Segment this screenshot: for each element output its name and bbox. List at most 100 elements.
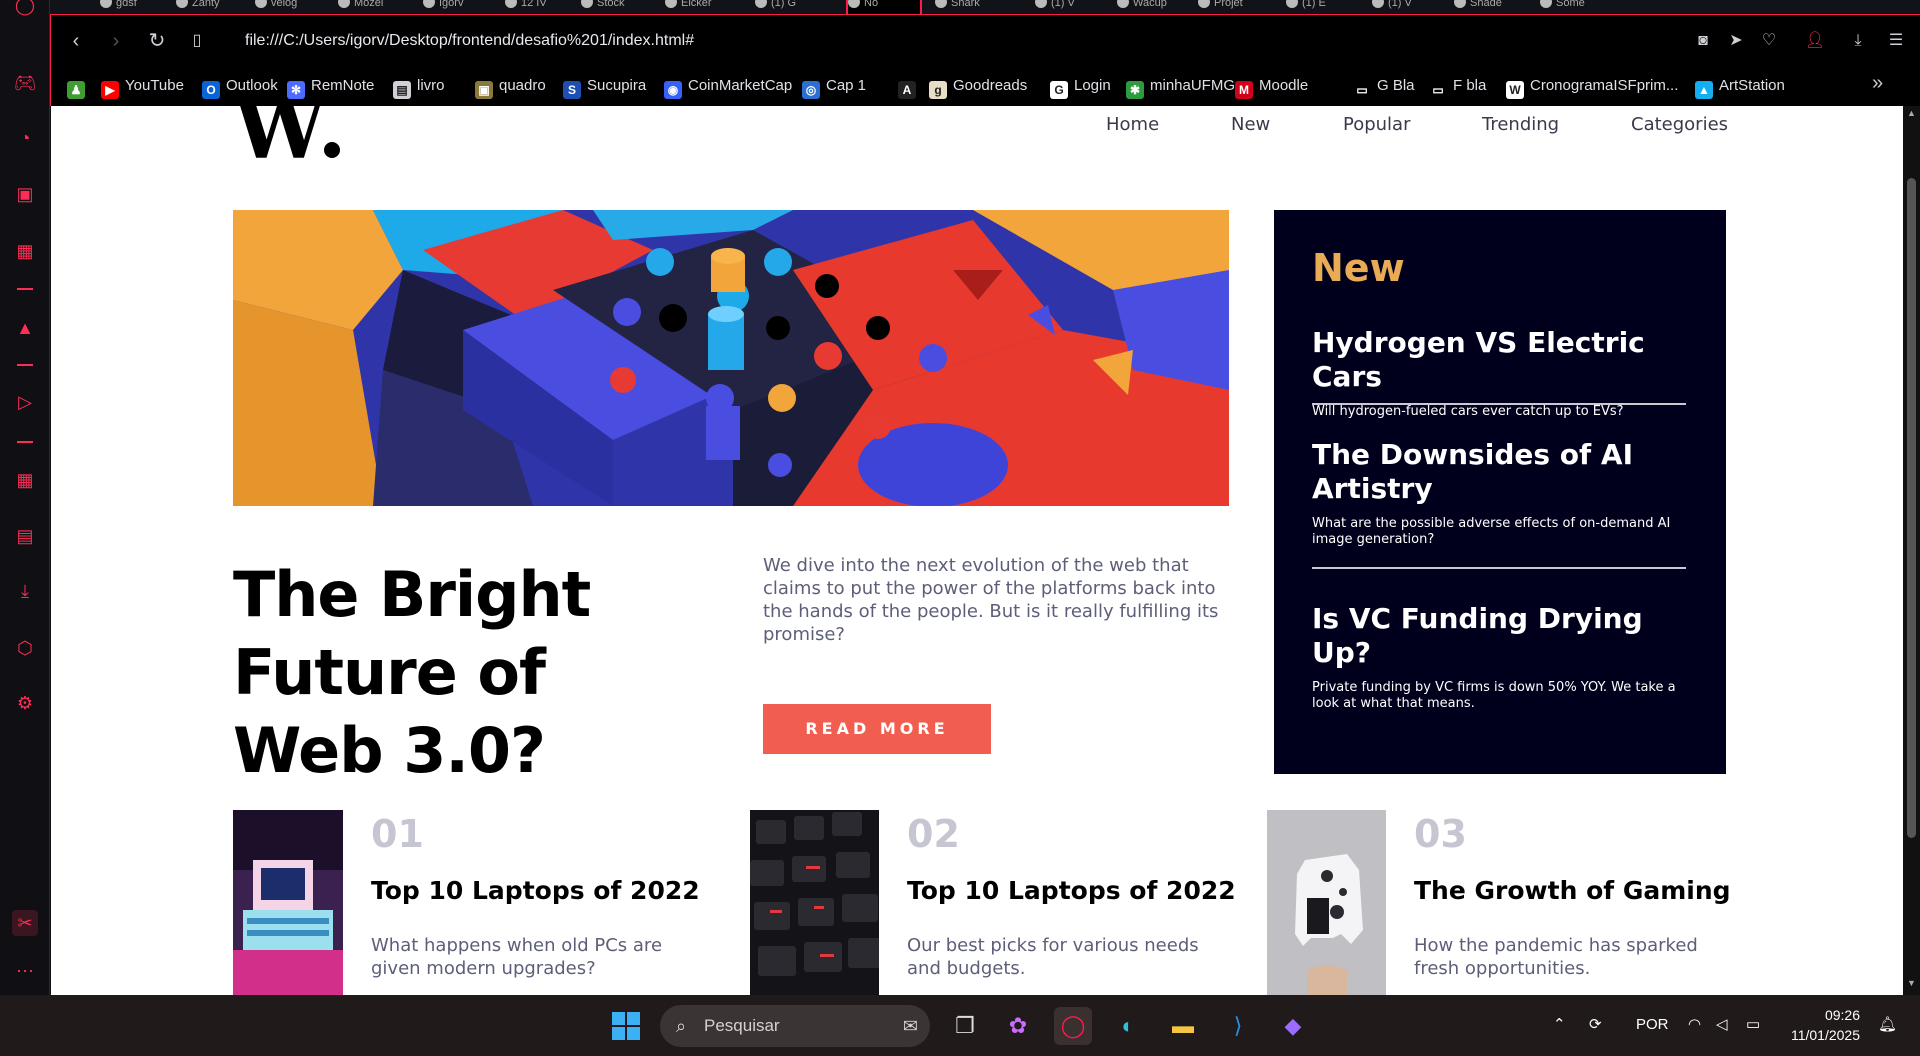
opera-logo-icon[interactable]: ◯ (12, 0, 38, 18)
news-item[interactable]: Hydrogen VS Electric Cars Will hydrogen-… (1312, 326, 1686, 420)
back-icon[interactable]: ‹ (63, 29, 89, 53)
cube-icon[interactable]: ⬡ (12, 635, 38, 661)
reload-icon[interactable]: ↻ (144, 29, 170, 53)
browser-tab[interactable]: (1) V (1372, 0, 1448, 14)
send-icon[interactable]: ➤ (1724, 29, 1748, 53)
workspaces-icon[interactable]: ▦ (12, 467, 38, 493)
nav-trending[interactable]: Trending (1482, 110, 1559, 140)
card-title[interactable]: Top 10 Laptops of 2022 (371, 876, 700, 905)
tools-icon[interactable]: ✂ (12, 910, 38, 936)
bookmark-item[interactable]: W CronogramaISFprim... (1506, 74, 1678, 99)
browser-tab[interactable]: gdsf (100, 0, 176, 14)
browser-tab[interactable]: Shade (1454, 0, 1530, 14)
news-icon[interactable]: ▤ (12, 523, 38, 549)
bookmark-item[interactable]: ◉ CoinMarketCap (664, 74, 792, 99)
card-image-retro-pc[interactable] (233, 810, 343, 995)
heart-icon[interactable]: ♡ (1757, 29, 1781, 53)
news-item[interactable]: Is VC Funding Drying Up? Private funding… (1312, 602, 1686, 712)
opera-taskbar-icon[interactable]: ◯ (1054, 1007, 1092, 1045)
page-scrollbar[interactable]: ▲ ▼ (1903, 106, 1920, 995)
windows-logo-icon (612, 1012, 640, 1040)
scroll-up-icon[interactable]: ▲ (1907, 108, 1916, 118)
taskbar-clock[interactable]: 09:26 11/01/2025 (1780, 1005, 1860, 1045)
player-icon[interactable]: ▷ (12, 389, 38, 415)
bookmark-item[interactable]: ▭ G Bla (1353, 74, 1415, 99)
bookmark-item[interactable]: A (898, 74, 922, 99)
url-field[interactable]: file:///C:/Users/igorv/Desktop/frontend/… (245, 29, 694, 53)
profile-icon[interactable]: 👤︎ (1803, 29, 1827, 53)
bookmark-item[interactable]: g Goodreads (929, 74, 1027, 99)
camera-icon[interactable]: ◙ (1691, 29, 1715, 53)
browser-tab[interactable]: (1) E (1286, 0, 1362, 14)
bookmarks-overflow-icon[interactable]: » (1872, 72, 1883, 95)
browser-tab[interactable]: Projet (1198, 0, 1274, 14)
tray-overflow-icon[interactable]: ⌃ (1553, 1011, 1566, 1039)
browser-tab[interactable]: Mozel (338, 0, 414, 14)
site-logo[interactable]: W (234, 106, 341, 171)
card-title[interactable]: The Growth of Gaming (1414, 876, 1731, 905)
edge-icon[interactable]: ◐ (1109, 1007, 1147, 1045)
bookmark-item[interactable]: ▣ quadro (475, 74, 546, 99)
browser-tab[interactable]: Zanty (176, 0, 252, 14)
more-icon[interactable]: ⋯ (12, 958, 38, 984)
gamepad-icon[interactable]: 🎮︎ (12, 70, 38, 96)
chip-icon[interactable]: ▦ (12, 238, 38, 264)
browser-tab[interactable]: No (846, 0, 922, 14)
aria-icon[interactable]: ▲ (12, 315, 38, 341)
bookmark-label: Outlook (226, 77, 278, 94)
browser-tab[interactable]: 12 IV (505, 0, 581, 14)
obsidian-icon[interactable]: ◆ (1274, 1007, 1312, 1045)
bookmark-item[interactable]: ✱ minhaUFMG (1126, 74, 1235, 99)
card-image-keyboard[interactable] (750, 810, 879, 995)
bookmark-item[interactable]: ✻ RemNote (287, 74, 374, 99)
file-explorer-icon[interactable]: ▬ (1164, 1007, 1202, 1045)
settings-icon[interactable]: ⚙ (12, 690, 38, 716)
bookmark-item[interactable]: O Outlook (202, 74, 278, 99)
vscode-icon[interactable]: ⟩ (1219, 1007, 1257, 1045)
download-icon[interactable]: ⤓ (12, 578, 38, 604)
news-item[interactable]: The Downsides of AI Artistry What are th… (1312, 438, 1686, 548)
nav-home[interactable]: Home (1106, 110, 1159, 140)
card-image-gamepad[interactable] (1267, 810, 1386, 995)
browser-tab[interactable]: Igorv (423, 0, 499, 14)
browser-tab[interactable]: Shark (935, 0, 1011, 14)
bookmark-item[interactable]: ▤ livro (393, 74, 445, 99)
copilot-icon[interactable]: ✿ (999, 1007, 1037, 1045)
notification-bell-icon[interactable]: 🔔︎ (1878, 1011, 1897, 1039)
taskbar-search[interactable]: ⌕ Pesquisar ✉ (660, 1005, 930, 1047)
read-more-button[interactable]: READ MORE (763, 704, 991, 754)
sync-icon[interactable]: ⟳ (1589, 1011, 1602, 1039)
easy-setup-icon[interactable]: ☰ (1884, 29, 1908, 53)
bookmark-item[interactable]: ◎ Cap 1 (802, 74, 866, 99)
nav-categories[interactable]: Categories (1631, 110, 1728, 140)
volume-icon[interactable]: ◁ (1716, 1011, 1728, 1039)
card-title[interactable]: Top 10 Laptops of 2022 (907, 876, 1236, 905)
browser-tab[interactable]: (1) G (755, 0, 831, 14)
speed-dial-icon[interactable]: ◔ (12, 125, 38, 151)
downloads-icon[interactable]: ⤓ (1846, 29, 1870, 53)
bookmark-item[interactable]: ▶ YouTube (101, 74, 184, 99)
browser-tab[interactable]: Some (1540, 0, 1616, 14)
language-indicator[interactable]: POR (1636, 1011, 1669, 1039)
scroll-down-icon[interactable]: ▼ (1907, 978, 1916, 988)
wifi-icon[interactable]: ◠ (1688, 1011, 1701, 1039)
bookmark-item[interactable]: ♟ (67, 74, 91, 99)
bookmark-item[interactable]: ▲ ArtStation (1695, 74, 1785, 99)
task-view-icon[interactable]: ❐ (946, 1007, 984, 1045)
browser-tab[interactable]: (1) V (1035, 0, 1111, 14)
browser-tab[interactable]: Stock (581, 0, 657, 14)
browser-tab[interactable]: Wacup (1117, 0, 1193, 14)
bookmark-item[interactable]: ▭ F bla (1429, 74, 1486, 99)
bookmark-item[interactable]: G Login (1050, 74, 1111, 99)
windows-start-icon[interactable] (607, 1007, 645, 1045)
battery-icon[interactable]: ▭ (1746, 1011, 1760, 1039)
nav-popular[interactable]: Popular (1343, 110, 1411, 140)
forward-icon[interactable]: › (103, 29, 129, 53)
bookmark-item[interactable]: M Moodle (1235, 74, 1308, 99)
browser-tab[interactable]: Elcker (665, 0, 741, 14)
bag-icon[interactable]: ▣ (12, 181, 38, 207)
bookmark-item[interactable]: S Sucupira (563, 74, 646, 99)
scrollbar-thumb[interactable] (1907, 178, 1916, 838)
browser-tab[interactable]: velog (255, 0, 331, 14)
nav-new[interactable]: New (1231, 110, 1270, 140)
